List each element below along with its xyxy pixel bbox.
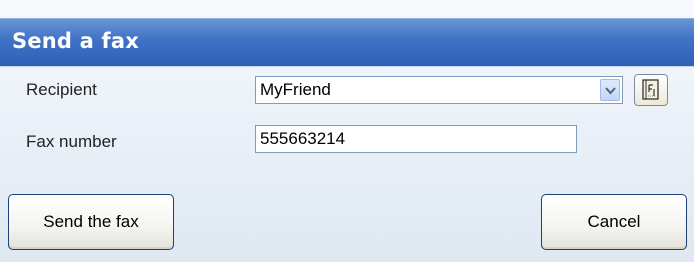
recipient-label: Recipient bbox=[26, 80, 97, 99]
recipient-value: MyFriend bbox=[260, 80, 331, 99]
address-book-button[interactable] bbox=[634, 74, 668, 106]
fax-number-input[interactable] bbox=[255, 125, 577, 153]
title-bar: Send a fax bbox=[0, 18, 694, 67]
send-fax-dialog: Send a fax Recipient MyFriend Fax number… bbox=[0, 0, 694, 262]
chevron-down-icon bbox=[605, 87, 616, 95]
dialog-title: Send a fax bbox=[12, 29, 139, 53]
fax-number-label: Fax number bbox=[26, 132, 117, 151]
recipient-dropdown-button[interactable] bbox=[600, 79, 620, 101]
recipient-combobox[interactable]: MyFriend bbox=[255, 76, 623, 104]
cancel-button[interactable]: Cancel bbox=[541, 194, 687, 250]
send-fax-button[interactable]: Send the fax bbox=[8, 194, 174, 250]
address-book-icon bbox=[642, 79, 659, 100]
